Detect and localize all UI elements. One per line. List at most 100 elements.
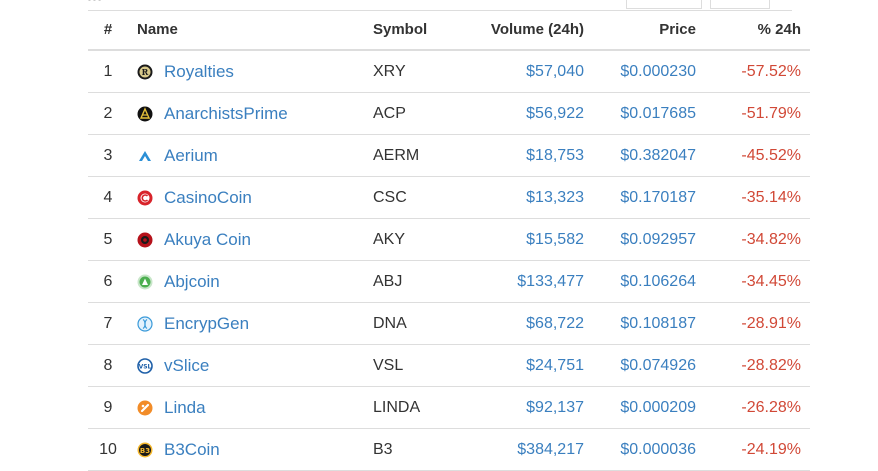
rank-cell: 2	[88, 92, 128, 135]
akuya-coin-icon	[137, 232, 153, 248]
price-link[interactable]: $0.092957	[584, 218, 696, 261]
price-link[interactable]: $0.382047	[584, 134, 696, 177]
change-cell: -35.14%	[696, 176, 810, 219]
symbol-cell: XRY	[373, 50, 451, 93]
symbol-cell: LINDA	[373, 386, 451, 429]
price-link[interactable]: $0.074926	[584, 344, 696, 387]
price-link[interactable]: $0.000230	[584, 50, 696, 93]
change-cell: -51.79%	[696, 92, 810, 135]
coin-name-link[interactable]: CasinoCoin	[164, 188, 252, 208]
volume-link[interactable]: $13,323	[451, 176, 584, 219]
header-change[interactable]: % 24h	[696, 10, 810, 51]
symbol-cell: ABJ	[373, 260, 451, 303]
change-cell: -34.45%	[696, 260, 810, 303]
cropped-heading: ▪ ▪ ▪	[88, 0, 128, 4]
rank-cell: 5	[88, 218, 128, 261]
table-row[interactable]: 5 Akuya Coin AKY $15,582 $0.092957 -34.82%	[88, 218, 810, 261]
name-cell: VSL vSlice	[128, 344, 373, 387]
rank-cell: 1	[88, 50, 128, 93]
svg-text:VSL: VSL	[139, 363, 152, 370]
volume-link[interactable]: $56,922	[451, 92, 584, 135]
rank-cell: 7	[88, 302, 128, 345]
symbol-cell: AKY	[373, 218, 451, 261]
header-volume[interactable]: Volume (24h)	[451, 10, 584, 51]
header-symbol[interactable]: Symbol	[373, 10, 451, 51]
rank-cell: 10	[88, 428, 128, 471]
coin-name-link[interactable]: AnarchistsPrime	[164, 104, 288, 124]
symbol-cell: DNA	[373, 302, 451, 345]
change-cell: -34.82%	[696, 218, 810, 261]
rank-cell: 8	[88, 344, 128, 387]
volume-link[interactable]: $24,751	[451, 344, 584, 387]
price-link[interactable]: $0.170187	[584, 176, 696, 219]
name-cell: R Royalties	[128, 50, 373, 93]
table-row[interactable]: 2 AnarchistsPrime ACP $56,922 $0.017685 -51.7…	[88, 92, 810, 135]
encrypgen-icon	[137, 315, 153, 332]
coin-name-link[interactable]: EncrypGen	[164, 314, 249, 334]
coin-name-link[interactable]: Aerium	[164, 146, 218, 166]
volume-link[interactable]: $92,137	[451, 386, 584, 429]
table-row[interactable]: 1 R Royalties XRY $57,040 $0.000230 -57.52%	[88, 50, 810, 93]
symbol-cell: AERM	[373, 134, 451, 177]
price-link[interactable]: $0.017685	[584, 92, 696, 135]
name-cell: Abjcoin	[128, 260, 373, 303]
linda-icon	[137, 400, 153, 416]
svg-text:R: R	[142, 67, 149, 77]
change-cell: -45.52%	[696, 134, 810, 177]
aerium-icon	[137, 148, 153, 164]
symbol-cell: CSC	[373, 176, 451, 219]
header-name[interactable]: Name	[128, 10, 373, 51]
table-row[interactable]: 7 EncrypGen DNA $68,722 $0.108187 -28.91%	[88, 302, 810, 345]
coin-name-link[interactable]: B3Coin	[164, 440, 220, 460]
rank-cell: 9	[88, 386, 128, 429]
casinocoin-icon	[137, 190, 153, 206]
rank-cell: 4	[88, 176, 128, 219]
change-cell: -26.28%	[696, 386, 810, 429]
coin-name-link[interactable]: Akuya Coin	[164, 230, 251, 250]
symbol-cell: ACP	[373, 92, 451, 135]
symbol-cell: B3	[373, 428, 451, 471]
b3coin-icon: B3	[137, 442, 153, 458]
name-cell: Akuya Coin	[128, 218, 373, 261]
name-cell: Linda	[128, 386, 373, 429]
volume-link[interactable]: $133,477	[451, 260, 584, 303]
change-cell: -28.82%	[696, 344, 810, 387]
abjcoin-icon	[137, 274, 153, 290]
vslice-icon: VSL	[137, 357, 153, 374]
change-cell: -28.91%	[696, 302, 810, 345]
rank-cell: 3	[88, 134, 128, 177]
header-price[interactable]: Price	[584, 10, 696, 51]
royalties-icon: R	[137, 64, 153, 80]
volume-link[interactable]: $68,722	[451, 302, 584, 345]
table-row[interactable]: 6 Abjcoin ABJ $133,477 $0.106264 -34.45%	[88, 260, 810, 303]
price-link[interactable]: $0.106264	[584, 260, 696, 303]
price-link[interactable]: $0.108187	[584, 302, 696, 345]
table-row[interactable]: 8 VSL vSlice VSL $24,751 $0.074926 -28.82%	[88, 344, 810, 387]
table-row[interactable]: 4 CasinoCoin CSC $13,323 $0.170187 -35.14%	[88, 176, 810, 219]
price-link[interactable]: $0.000209	[584, 386, 696, 429]
table-header-row: # Name Symbol Volume (24h) Price % 24h	[88, 10, 810, 51]
name-cell: AnarchistsPrime	[128, 92, 373, 135]
coin-name-link[interactable]: Abjcoin	[164, 272, 220, 292]
cropped-control[interactable]	[710, 0, 770, 9]
name-cell: CasinoCoin	[128, 176, 373, 219]
price-link[interactable]: $0.000036	[584, 428, 696, 471]
volume-link[interactable]: $57,040	[451, 50, 584, 93]
volume-link[interactable]: $18,753	[451, 134, 584, 177]
coin-name-link[interactable]: vSlice	[164, 356, 209, 376]
table-row[interactable]: 3 Aerium AERM $18,753 $0.382047 -45.52%	[88, 134, 810, 177]
svg-text:B3: B3	[140, 447, 150, 455]
volume-link[interactable]: $384,217	[451, 428, 584, 471]
table-row[interactable]: 9 Linda LINDA $92,137 $0.000209 -26.28%	[88, 386, 810, 429]
coin-name-link[interactable]: Linda	[164, 398, 206, 418]
volume-link[interactable]: $15,582	[451, 218, 584, 261]
name-cell: EncrypGen	[128, 302, 373, 345]
coin-name-link[interactable]: Royalties	[164, 62, 234, 82]
change-cell: -57.52%	[696, 50, 810, 93]
cropped-control[interactable]	[626, 0, 702, 9]
name-cell: B3 B3Coin	[128, 428, 373, 471]
table-row[interactable]: 10 B3 B3Coin B3 $384,217 $0.000036 -24.19%	[88, 428, 810, 471]
header-rank[interactable]: #	[88, 10, 128, 51]
losers-table: # Name Symbol Volume (24h) Price % 24h 1…	[88, 10, 810, 471]
name-cell: Aerium	[128, 134, 373, 177]
